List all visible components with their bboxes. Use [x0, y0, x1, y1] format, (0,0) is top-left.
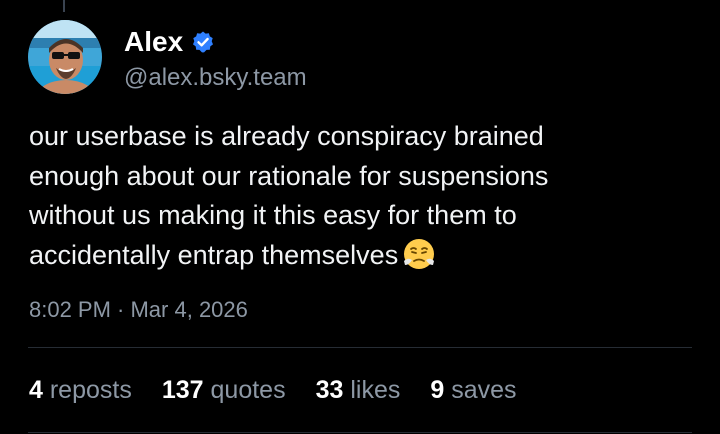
divider [28, 432, 692, 433]
quotes-stat[interactable]: 137 quotes [162, 373, 286, 407]
post-text-line: without us making it this easy for them … [29, 200, 517, 230]
post-text: our userbase is already conspiracy brain… [29, 117, 709, 275]
steam-from-nose-emoji-icon [402, 237, 436, 271]
post-text-line: our userbase is already conspiracy brain… [29, 121, 544, 151]
author-display-name[interactable]: Alex [124, 24, 183, 60]
author-name-row: Alex [124, 24, 215, 60]
author-handle[interactable]: @alex.bsky.team [124, 62, 307, 94]
post-text-line: enough about our rationale for suspensio… [29, 160, 549, 191]
likes-label: likes [350, 376, 401, 404]
reposts-label: reposts [49, 376, 132, 404]
avatar-photo [28, 20, 102, 94]
divider [28, 347, 692, 348]
post-text-line: accidentally entrap themselves [29, 239, 399, 270]
verified-badge-icon[interactable] [191, 30, 215, 54]
saves-label: saves [451, 376, 517, 404]
saves-count: 9 [430, 376, 445, 404]
post-timestamp[interactable]: 8:02 PM · Mar 4, 2026 [29, 295, 248, 325]
saves-stat[interactable]: 9 saves [430, 373, 516, 407]
quotes-count: 137 [161, 376, 204, 404]
avatar[interactable] [28, 20, 102, 94]
likes-stat[interactable]: 33 likes [316, 373, 401, 407]
thread-connector-line [63, 0, 65, 12]
quotes-label: quotes [210, 376, 286, 404]
reposts-stat[interactable]: 4 reposts [29, 373, 132, 407]
reposts-count: 4 [29, 376, 43, 404]
engagement-stats: 4 reposts 137 quotes 33 likes 9 saves [29, 373, 517, 407]
likes-count: 33 [315, 376, 344, 404]
